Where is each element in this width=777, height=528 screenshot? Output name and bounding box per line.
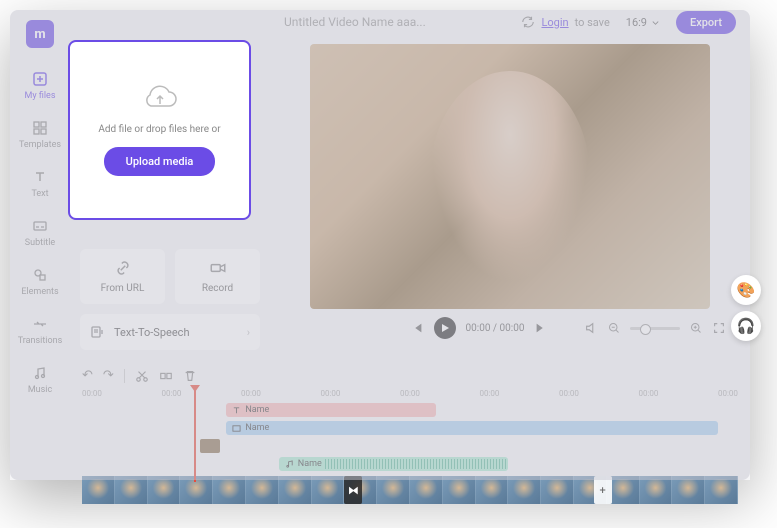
record-card[interactable]: Record — [175, 249, 260, 304]
film-icon — [232, 424, 241, 433]
plus-square-icon — [31, 70, 49, 88]
sync-icon — [521, 15, 535, 29]
audio-clip[interactable]: Name — [279, 457, 509, 471]
text-to-speech-row[interactable]: Text-To-Speech › — [80, 314, 260, 350]
volume-icon[interactable] — [584, 321, 598, 335]
grid-icon — [31, 119, 49, 137]
upload-media-button[interactable]: Upload media — [104, 147, 216, 176]
clip-edge[interactable] — [200, 439, 220, 453]
skip-forward-icon[interactable] — [534, 321, 548, 335]
video-preview[interactable] — [310, 44, 710, 309]
music-icon — [285, 460, 294, 469]
trash-icon[interactable] — [183, 369, 197, 383]
rail-subtitle[interactable]: Subtitle — [10, 209, 70, 256]
chevron-down-icon — [651, 18, 660, 27]
preview-area: 00:00 / 00:00 — [270, 34, 750, 360]
subtitle-icon — [31, 217, 49, 235]
from-url-card[interactable]: From URL — [80, 249, 165, 304]
text-icon — [31, 168, 49, 186]
zoom-out-icon[interactable] — [608, 322, 620, 334]
filmstrip[interactable]: ⧓ + — [82, 476, 738, 504]
rail-elements[interactable]: Elements — [10, 258, 70, 305]
split-icon[interactable] — [159, 369, 173, 383]
play-button[interactable] — [434, 317, 456, 339]
fullscreen-icon[interactable] — [712, 321, 726, 335]
rail-templates[interactable]: Templates — [10, 111, 70, 158]
app-logo[interactable]: m — [26, 20, 54, 48]
timeline: ↶ ↷ 00:0000:0000:0000:0000:0000:0000:000… — [70, 360, 750, 480]
cloud-upload-icon — [142, 84, 178, 112]
text-clip[interactable]: Name — [226, 403, 436, 417]
login-link[interactable]: Login — [541, 16, 568, 29]
rail-my-files[interactable]: My files — [10, 62, 70, 109]
topbar: Untitled Video Name aaa... Login to save… — [70, 10, 750, 34]
help-float-button[interactable]: 🎨 — [731, 275, 761, 305]
text-icon — [232, 406, 241, 415]
undo-icon[interactable]: ↶ — [82, 368, 93, 383]
camera-icon — [209, 259, 227, 277]
rail-transitions[interactable]: Transitions — [10, 307, 70, 354]
shapes-icon — [31, 266, 49, 284]
left-rail: m My files Templates Text Subtitle Eleme… — [10, 10, 70, 480]
music-icon — [31, 364, 49, 382]
redo-icon[interactable]: ↷ — [103, 368, 114, 383]
rail-text[interactable]: Text — [10, 160, 70, 207]
aspect-ratio-select[interactable]: 16:9 — [620, 16, 666, 29]
rail-music[interactable]: Music — [10, 356, 70, 403]
zoom-slider[interactable] — [630, 327, 680, 330]
upload-popup: Add file or drop files here or Upload me… — [68, 40, 251, 220]
zoom-in-icon[interactable] — [690, 322, 702, 334]
tts-icon — [90, 324, 106, 340]
project-title[interactable]: Untitled Video Name aaa... — [84, 15, 511, 29]
cut-icon[interactable] — [135, 369, 149, 383]
playback-time: 00:00 / 00:00 — [466, 323, 525, 334]
upload-hint-text: Add file or drop files here or — [98, 124, 220, 135]
video-clip[interactable]: Name — [226, 421, 718, 435]
add-marker[interactable]: + — [594, 476, 612, 504]
skip-back-icon[interactable] — [410, 321, 424, 335]
login-area: Login to save — [521, 15, 609, 29]
chevron-right-icon: › — [247, 326, 250, 339]
transitions-icon — [31, 315, 49, 333]
transition-marker[interactable]: ⧓ — [344, 476, 362, 504]
link-icon — [114, 259, 132, 277]
export-button[interactable]: Export — [676, 11, 736, 34]
support-float-button[interactable]: 🎧 — [731, 311, 761, 341]
time-ruler[interactable]: 00:0000:0000:0000:0000:0000:0000:0000:00… — [82, 387, 738, 402]
